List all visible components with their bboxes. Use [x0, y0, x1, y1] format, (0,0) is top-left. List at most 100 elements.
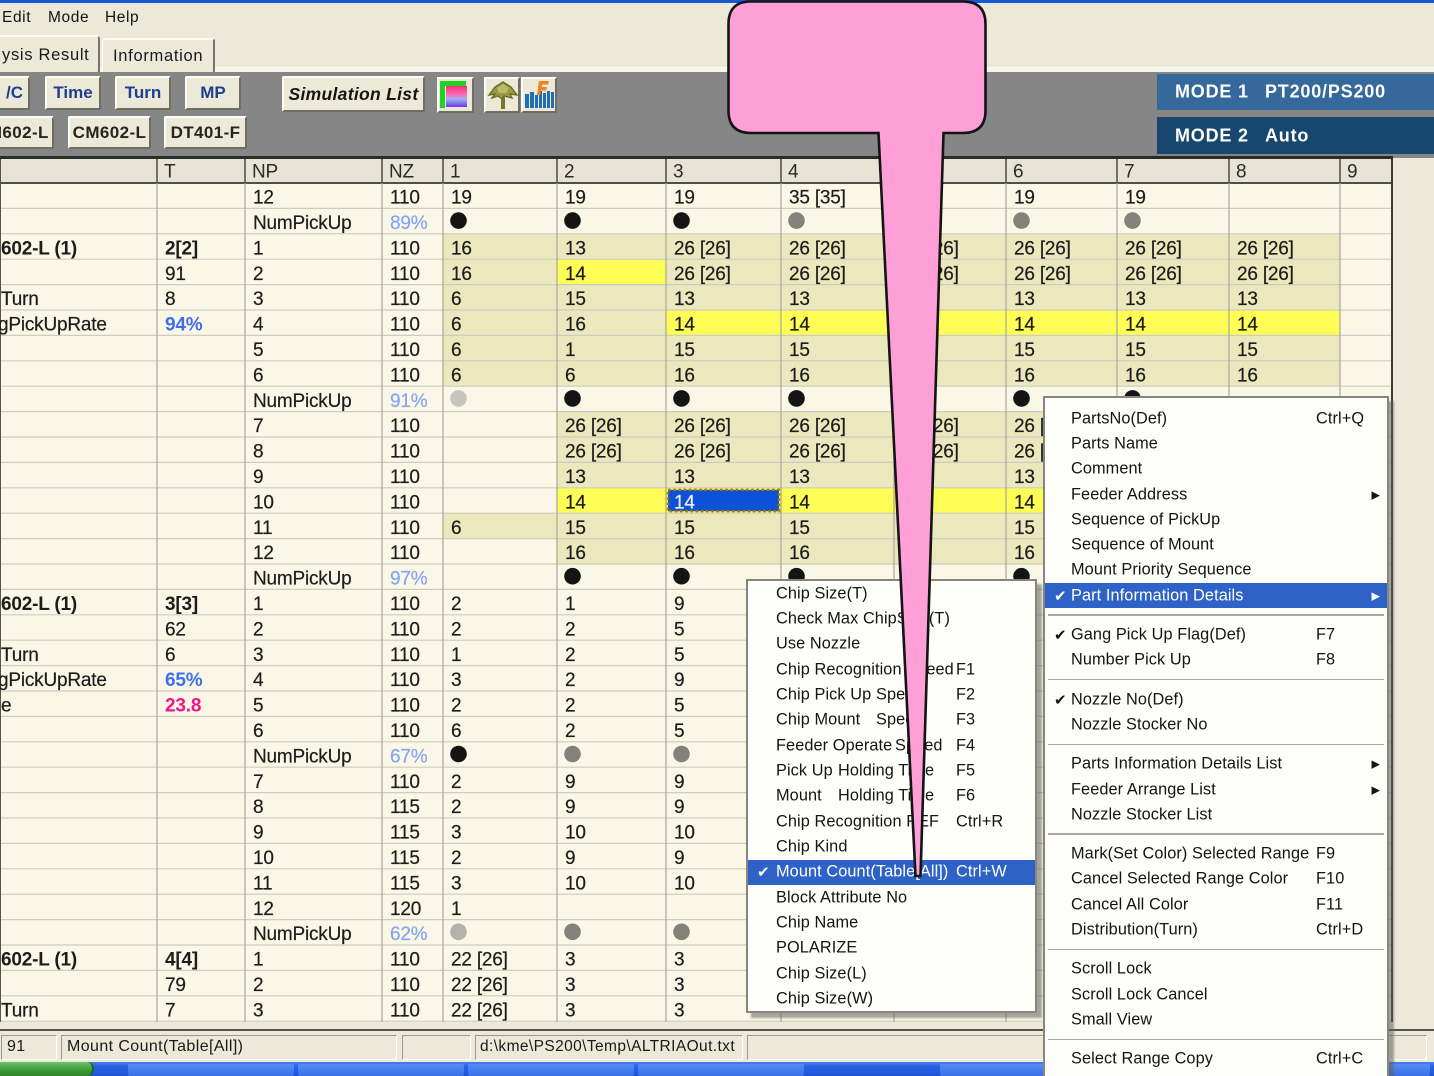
- svg-text:16: 16: [674, 365, 695, 386]
- svg-text:115: 115: [390, 823, 420, 844]
- svg-text:6: 6: [451, 365, 461, 386]
- svg-text:3: 3: [673, 162, 683, 183]
- svg-text:9: 9: [1347, 162, 1357, 183]
- svg-text:26 [26]: 26 [26]: [1237, 238, 1294, 259]
- svg-text:10: 10: [565, 823, 586, 844]
- svg-text:13: 13: [565, 238, 586, 259]
- svg-text:110: 110: [390, 950, 420, 971]
- svg-text:602-L (1): 602-L (1): [1, 594, 77, 615]
- svg-text:8: 8: [253, 797, 263, 818]
- svg-text:Turn: Turn: [1, 645, 39, 666]
- svg-text:110: 110: [390, 1000, 420, 1021]
- svg-text:8: 8: [1236, 162, 1246, 183]
- svg-text:Turn: Turn: [1, 1000, 39, 1021]
- svg-text:19: 19: [1125, 188, 1146, 209]
- svg-text:115: 115: [390, 797, 420, 818]
- svg-text:89%: 89%: [390, 213, 428, 234]
- svg-text:15: 15: [674, 518, 695, 539]
- svg-text:2: 2: [565, 721, 575, 742]
- svg-text:9: 9: [674, 670, 684, 691]
- svg-text:9: 9: [674, 848, 684, 869]
- svg-text:13: 13: [674, 467, 695, 488]
- svg-text:10: 10: [565, 873, 586, 894]
- svg-text:1: 1: [451, 899, 461, 920]
- svg-text:8: 8: [253, 442, 263, 463]
- svg-text:1: 1: [565, 594, 575, 615]
- svg-text:15: 15: [565, 289, 586, 310]
- svg-text:6: 6: [253, 365, 263, 386]
- svg-text:110: 110: [390, 518, 420, 539]
- svg-text:9: 9: [253, 467, 263, 488]
- svg-text:14: 14: [565, 264, 586, 285]
- svg-text:110: 110: [390, 543, 420, 564]
- svg-text:2: 2: [565, 696, 575, 717]
- svg-text:15: 15: [674, 340, 695, 361]
- svg-text:6: 6: [253, 721, 263, 742]
- svg-text:gPickUpRate: gPickUpRate: [0, 670, 107, 691]
- svg-text:10: 10: [253, 492, 274, 513]
- svg-text:NumPickUp: NumPickUp: [253, 391, 352, 412]
- svg-text:110: 110: [390, 975, 420, 996]
- svg-text:11: 11: [253, 518, 272, 539]
- svg-text:6: 6: [451, 518, 461, 539]
- svg-text:9: 9: [674, 594, 684, 615]
- svg-text:6: 6: [451, 721, 461, 742]
- svg-text:62%: 62%: [390, 924, 428, 945]
- svg-text:gPickUpRate: gPickUpRate: [0, 315, 107, 336]
- svg-text:115: 115: [390, 873, 420, 894]
- svg-text:3: 3: [674, 1000, 684, 1021]
- svg-text:9: 9: [565, 772, 575, 793]
- svg-text:NP: NP: [252, 162, 278, 183]
- svg-text:22 [26]: 22 [26]: [451, 950, 508, 971]
- svg-text:7: 7: [253, 772, 263, 793]
- svg-text:3: 3: [253, 289, 263, 310]
- svg-text:10: 10: [674, 823, 695, 844]
- svg-text:4: 4: [253, 670, 264, 691]
- svg-text:26 [26]: 26 [26]: [1014, 264, 1071, 285]
- svg-text:1: 1: [450, 162, 460, 183]
- svg-text:19: 19: [674, 188, 695, 209]
- svg-text:19: 19: [565, 188, 586, 209]
- svg-text:4[4]: 4[4]: [165, 950, 198, 971]
- svg-text:2: 2: [253, 264, 263, 285]
- svg-text:16: 16: [565, 315, 586, 336]
- svg-text:1: 1: [565, 340, 575, 361]
- svg-text:13: 13: [565, 467, 586, 488]
- svg-text:110: 110: [390, 772, 420, 793]
- svg-text:13: 13: [1237, 289, 1258, 310]
- svg-text:7: 7: [165, 1000, 175, 1021]
- svg-text:3: 3: [674, 975, 684, 996]
- svg-text:9: 9: [253, 823, 263, 844]
- svg-text:9: 9: [674, 797, 684, 818]
- svg-text:2: 2: [565, 619, 575, 640]
- svg-text:26 [26]: 26 [26]: [1125, 238, 1182, 259]
- svg-text:91: 91: [165, 264, 186, 285]
- svg-text:2: 2: [451, 696, 461, 717]
- svg-text:6: 6: [451, 289, 461, 310]
- svg-text:16: 16: [451, 238, 472, 259]
- svg-text:2: 2: [451, 848, 461, 869]
- svg-text:6: 6: [451, 340, 461, 361]
- svg-text:14: 14: [1237, 315, 1258, 336]
- svg-text:16: 16: [451, 264, 472, 285]
- svg-text:110: 110: [390, 315, 420, 336]
- svg-text:7: 7: [253, 416, 263, 437]
- svg-text:5: 5: [674, 696, 684, 717]
- svg-text:1: 1: [253, 594, 263, 615]
- svg-text:12: 12: [253, 188, 274, 209]
- svg-text:NumPickUp: NumPickUp: [253, 213, 352, 234]
- svg-text:115: 115: [390, 848, 420, 869]
- svg-text:3[3]: 3[3]: [165, 594, 198, 615]
- svg-text:15: 15: [1125, 340, 1146, 361]
- svg-text:26 [26]: 26 [26]: [565, 416, 622, 437]
- svg-text:5: 5: [674, 619, 684, 640]
- svg-text:2: 2: [451, 619, 461, 640]
- svg-text:NZ: NZ: [389, 162, 415, 183]
- svg-text:91%: 91%: [390, 391, 428, 412]
- svg-text:NumPickUp: NumPickUp: [253, 924, 352, 945]
- svg-text:9: 9: [674, 772, 684, 793]
- svg-text:67%: 67%: [390, 746, 428, 767]
- svg-text:10: 10: [253, 848, 274, 869]
- svg-text:NumPickUp: NumPickUp: [253, 569, 352, 590]
- svg-text:79: 79: [165, 975, 186, 996]
